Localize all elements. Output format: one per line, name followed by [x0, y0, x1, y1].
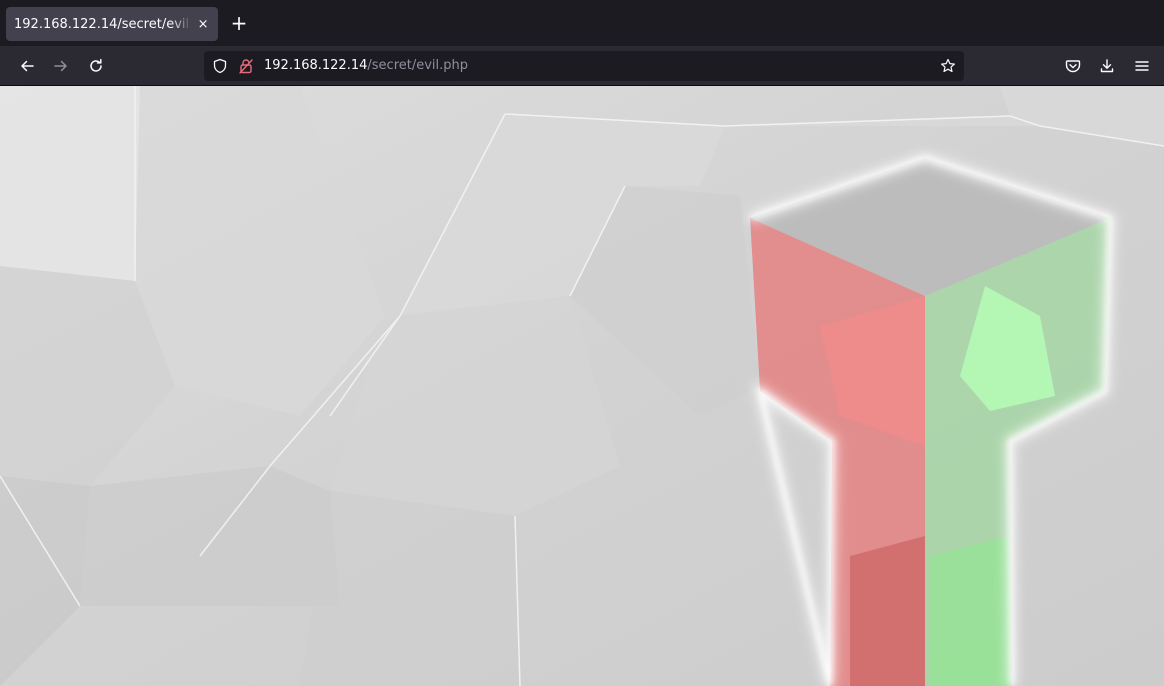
tab-bar: 192.168.122.14/secret/evil.php × + [0, 0, 1164, 46]
tab-title: 192.168.122.14/secret/evil.php [14, 16, 192, 32]
download-icon [1100, 59, 1114, 73]
back-button[interactable] [13, 52, 41, 80]
navigation-toolbar: 192.168.122.14/secret/evil.php [0, 46, 1164, 86]
page-content [0, 86, 1164, 686]
url-bar[interactable]: 192.168.122.14/secret/evil.php [204, 51, 964, 81]
shield-icon[interactable] [212, 58, 228, 74]
forward-button[interactable] [47, 52, 75, 80]
reload-icon [90, 58, 102, 72]
pocket-button[interactable] [1059, 52, 1087, 80]
insecure-lock-icon[interactable] [238, 58, 254, 74]
hamburger-menu-icon [1135, 61, 1149, 71]
url-host: 192.168.122.14 [264, 58, 368, 73]
arrow-right-icon [54, 60, 67, 72]
tab-active[interactable]: 192.168.122.14/secret/evil.php × [6, 7, 218, 41]
downloads-button[interactable] [1093, 52, 1121, 80]
url-text[interactable]: 192.168.122.14/secret/evil.php [264, 58, 468, 74]
arrow-left-icon [21, 60, 34, 72]
app-menu-button[interactable] [1128, 52, 1156, 80]
background-wallpaper [0, 86, 1164, 686]
browser-window: 192.168.122.14/secret/evil.php × + [0, 0, 1164, 686]
reload-button[interactable] [82, 52, 110, 80]
star-icon[interactable] [940, 58, 956, 74]
pocket-icon [1065, 60, 1081, 73]
url-path: /secret/evil.php [367, 58, 469, 73]
new-tab-button[interactable]: + [228, 12, 250, 34]
close-icon[interactable]: × [196, 17, 210, 32]
